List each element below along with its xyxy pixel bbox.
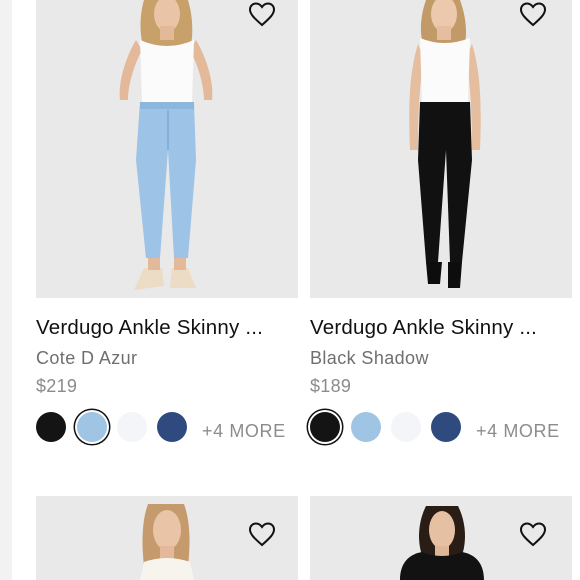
product-color-name: Black Shadow bbox=[310, 348, 429, 368]
swatch-white[interactable] bbox=[391, 412, 421, 442]
product-title[interactable]: Verdugo Ankle Skinny ... bbox=[310, 316, 572, 340]
product-price: $219 bbox=[36, 376, 78, 396]
product-card-4[interactable] bbox=[310, 496, 572, 580]
more-colors-link[interactable]: +4 MORE bbox=[202, 421, 286, 442]
product-image-2[interactable] bbox=[310, 0, 572, 298]
previous-card-edge bbox=[0, 0, 12, 580]
more-colors-link[interactable]: +4 MORE bbox=[476, 421, 560, 442]
swatch-navy[interactable] bbox=[157, 412, 187, 442]
product-card-2[interactable]: Verdugo Ankle Skinny ... Black Shadow $1… bbox=[310, 0, 572, 460]
favorite-heart-icon[interactable] bbox=[248, 522, 276, 548]
product-title[interactable]: Verdugo Ankle Skinny ... bbox=[36, 316, 298, 340]
product-price: $189 bbox=[310, 376, 352, 396]
swatch-navy[interactable] bbox=[431, 412, 461, 442]
swatch-light-blue[interactable] bbox=[77, 412, 107, 442]
favorite-heart-icon[interactable] bbox=[519, 522, 547, 548]
swatch-light-blue[interactable] bbox=[351, 412, 381, 442]
swatch-white[interactable] bbox=[117, 412, 147, 442]
product-color-name: Cote D Azur bbox=[36, 348, 138, 368]
product-card-1[interactable]: Verdugo Ankle Skinny ... Cote D Azur $21… bbox=[36, 0, 298, 460]
favorite-heart-icon[interactable] bbox=[248, 2, 276, 28]
swatch-black[interactable] bbox=[310, 412, 340, 442]
favorite-heart-icon[interactable] bbox=[519, 2, 547, 28]
product-card-3[interactable] bbox=[36, 496, 298, 580]
product-image-1[interactable] bbox=[36, 0, 298, 298]
swatch-black[interactable] bbox=[36, 412, 66, 442]
